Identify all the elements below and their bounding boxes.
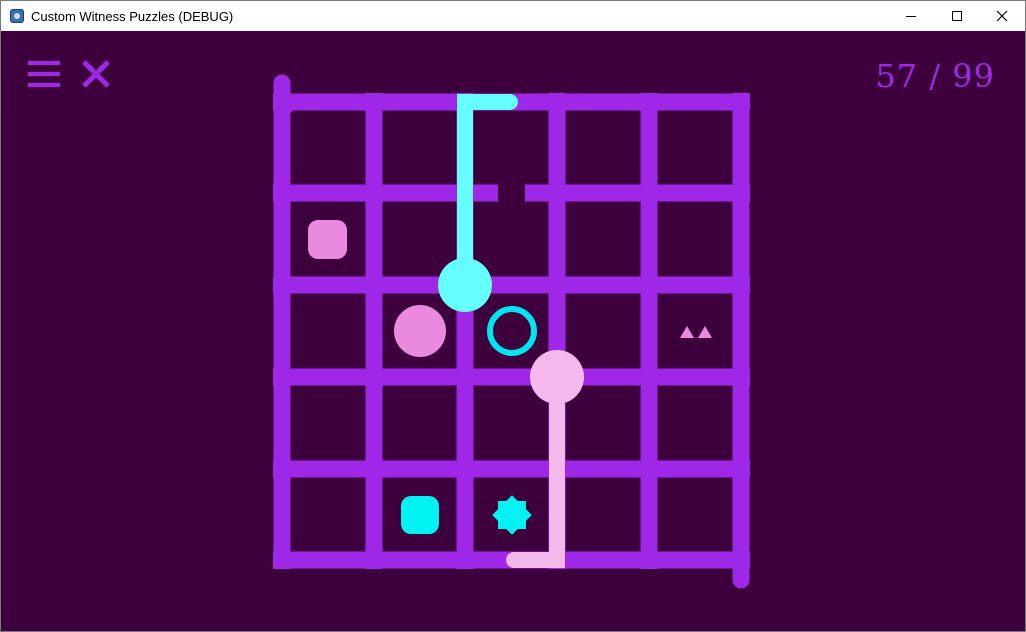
x-close-icon [82, 60, 110, 88]
grid-corner [732, 93, 750, 111]
maximize-button[interactable] [934, 1, 980, 31]
maximize-icon [952, 11, 962, 21]
app-icon [10, 9, 24, 23]
minimize-icon [906, 16, 916, 17]
close-icon [996, 10, 1008, 22]
puzzle-counter: 57 / 99 [875, 57, 995, 95]
game-area: 57 / 99 [1, 31, 1025, 631]
grid-corner [273, 551, 291, 569]
exit-puzzle-button[interactable] [80, 58, 112, 90]
puzzle-counter-separator: / [918, 57, 953, 95]
menu-button[interactable] [27, 59, 61, 89]
pink-path-start [530, 350, 584, 404]
exit-cap-top-left [273, 74, 291, 92]
exit-cap-bottom-right [732, 571, 750, 589]
puzzle-board[interactable] [1, 31, 1025, 631]
cyan-path-start [438, 258, 492, 312]
cyan-ring-symbol [487, 306, 537, 356]
cyan-star-symbol [492, 495, 532, 535]
puzzle-counter-current: 57 [875, 57, 919, 95]
window-title: Custom Witness Puzzles (DEBUG) [31, 8, 234, 24]
window-close-button[interactable] [979, 1, 1025, 31]
minimize-button[interactable] [888, 1, 934, 31]
hamburger-menu-icon [28, 61, 60, 87]
app-window: Custom Witness Puzzles (DEBUG) 57 / 99 [0, 0, 1026, 632]
pink-square-symbol [308, 220, 347, 259]
puzzle-counter-total: 99 [952, 57, 995, 95]
title-bar[interactable]: Custom Witness Puzzles (DEBUG) [1, 1, 1025, 31]
cyan-square-symbol [401, 496, 439, 534]
pink-circle-symbol [394, 305, 446, 357]
triangles-symbol [680, 326, 712, 338]
grid-corner [273, 93, 293, 113]
